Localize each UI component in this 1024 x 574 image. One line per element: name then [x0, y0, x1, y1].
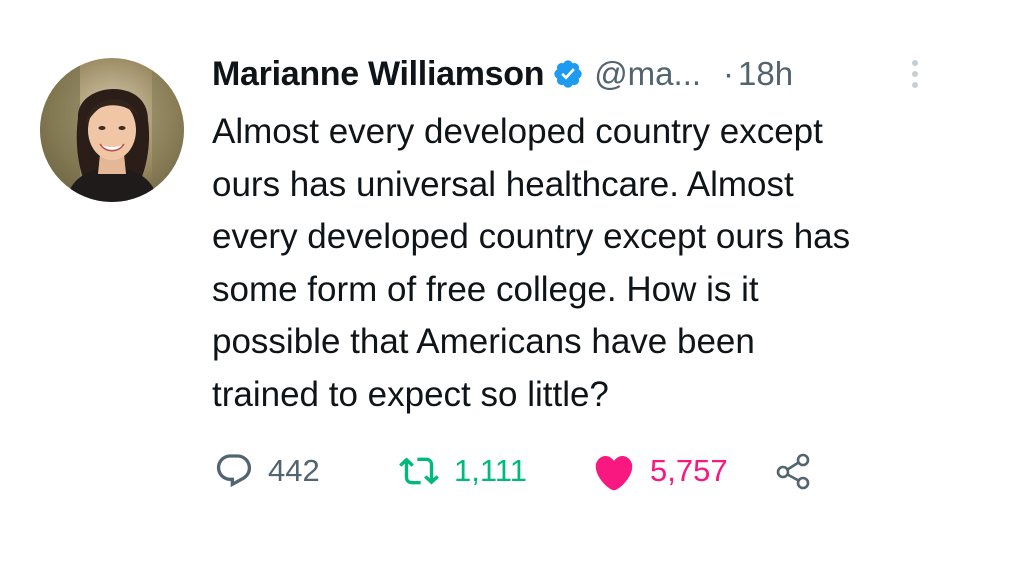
tweet-text-line: trained to expect so little?	[212, 374, 609, 414]
tweet-text-line: every developed country except ours has	[212, 217, 851, 256]
avatar[interactable]	[40, 58, 184, 202]
tweet-text-line: some form of free college. How is it	[212, 269, 759, 309]
tweet-timestamp[interactable]: 18h	[738, 55, 793, 93]
heart-icon	[595, 455, 633, 491]
tweet-text-line: Almost every developed country except	[212, 112, 823, 151]
reply-count: 442	[268, 453, 320, 488]
verified-badge-icon	[552, 58, 584, 90]
avatar-photo	[40, 58, 184, 202]
tweet-text-line: ours has universal healthcare. Almost	[212, 164, 794, 204]
reply-icon	[216, 454, 252, 488]
tweet-card[interactable]: Marianne Williamson @ma... · 18h Almost …	[0, 0, 1024, 574]
tweet-header: Marianne Williamson @ma... · 18h	[212, 50, 793, 98]
more-options-icon[interactable]	[905, 56, 925, 92]
author-handle[interactable]: @ma...	[594, 55, 701, 93]
retweet-count: 1,111	[454, 453, 527, 488]
share-button[interactable]	[774, 446, 814, 496]
retweet-button[interactable]: 1,111	[398, 446, 527, 496]
like-count: 5,757	[650, 453, 728, 488]
tweet-actions: 442 1,111 5,757	[214, 446, 914, 496]
retweet-icon	[399, 457, 439, 485]
share-icon	[776, 453, 810, 490]
separator-dot: ·	[723, 55, 735, 92]
tweet-text: Almost every developed country except ou…	[212, 106, 972, 421]
like-button[interactable]: 5,757	[592, 446, 728, 496]
author-display-name[interactable]: Marianne Williamson	[212, 55, 544, 94]
tweet-text-line: possible that Americans have been	[212, 322, 755, 361]
reply-button[interactable]: 442	[214, 446, 320, 496]
